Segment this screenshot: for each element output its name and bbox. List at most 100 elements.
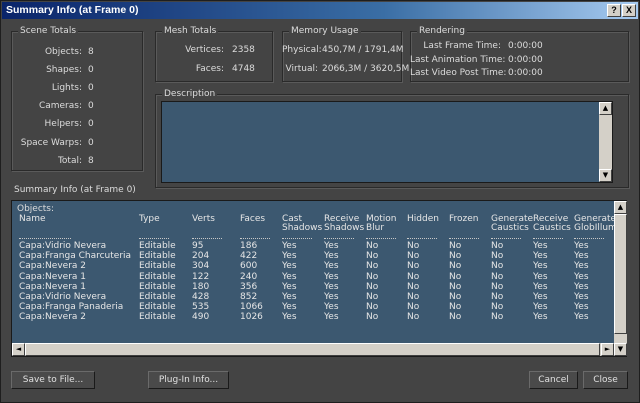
objects-label: Objects:	[17, 204, 55, 214]
table-cell: No	[449, 302, 462, 313]
column-header[interactable]: Cast Shadows	[282, 215, 322, 233]
table-cell: Yes	[324, 312, 339, 323]
rendering-row-label: Last Video Post Time:	[410, 68, 507, 78]
table-cell: Yes	[324, 281, 339, 292]
scroll-down-icon[interactable]: ▼	[614, 343, 627, 356]
scene-totals-row-value: 8	[88, 47, 94, 57]
column-header[interactable]: Receive Shadows	[324, 215, 364, 233]
table-cell: 95	[192, 241, 204, 251]
scroll-left-icon[interactable]: ◄	[12, 343, 25, 356]
objects-list[interactable]: Objects: Name Type Verts Faces Cast Shadows Re…	[11, 200, 627, 357]
column-header[interactable]: Hidden	[407, 215, 439, 224]
rendering-row-label: Last Animation Time:	[410, 55, 506, 65]
table-cell: Yes	[324, 251, 339, 262]
table-cell: No	[491, 302, 504, 313]
scroll-right-icon[interactable]: ►	[601, 343, 614, 356]
table-cell: Editable	[139, 271, 176, 282]
table-cell: Editable	[139, 292, 176, 302]
scene-totals-row-label: Lights:	[51, 83, 82, 93]
table-cell: Yes	[574, 261, 589, 272]
table-cell: Yes	[574, 271, 589, 282]
table-cell: Editable	[139, 302, 176, 313]
table-cell: Capa:Nevera 2	[19, 312, 86, 323]
column-header-line2: Blur	[366, 223, 385, 233]
table-cell: Capa:Vidrio Nevera	[19, 292, 107, 302]
rendering-row-label: Last Frame Time:	[423, 41, 501, 51]
column-header-line2: Hidden	[407, 214, 439, 224]
table-cell: No	[449, 271, 462, 282]
column-divider	[240, 238, 270, 239]
table-cell: Editable	[139, 261, 176, 272]
table-cell: No	[491, 271, 504, 282]
scene-totals-title: Scene Totals	[18, 26, 79, 36]
description-text-area[interactable]	[161, 101, 613, 183]
column-header[interactable]: Generate Caustics	[491, 215, 533, 233]
table-cell: Editable	[139, 281, 176, 292]
column-header-line2: Type	[139, 214, 160, 224]
column-header[interactable]: Motion Blur	[366, 215, 397, 233]
table-cell: 304	[192, 261, 210, 272]
column-divider	[574, 238, 604, 239]
table-cell: Yes	[533, 312, 548, 323]
scroll-thumb[interactable]	[25, 343, 600, 356]
save-to-file-button[interactable]: Save to File...	[11, 371, 95, 389]
objects-horizontal-scrollbar[interactable]: ◄ ►	[12, 343, 614, 356]
table-cell: No	[366, 261, 379, 272]
table-cell: No	[491, 241, 504, 251]
column-header[interactable]: Type	[139, 215, 160, 224]
plugin-info-button[interactable]: Plug-In Info...	[148, 371, 229, 389]
scroll-thumb[interactable]	[614, 214, 627, 334]
rendering-row-value: 0:00:00	[508, 55, 543, 65]
table-cell: No	[407, 241, 420, 251]
table-cell: 1066	[240, 302, 263, 313]
cancel-button[interactable]: Cancel	[529, 371, 578, 389]
description-scrollbar[interactable]: ▲ ▼	[599, 102, 612, 182]
scroll-up-icon[interactable]: ▲	[599, 102, 612, 115]
scene-totals-row-label: Total:	[57, 156, 82, 166]
table-cell: Editable	[139, 241, 176, 251]
column-header[interactable]: Name	[19, 215, 46, 224]
table-cell: Yes	[574, 292, 589, 302]
table-cell: No	[366, 302, 379, 313]
column-header[interactable]: Faces	[240, 215, 265, 224]
summary-info-window: Summary Info (at Frame 0) ? X Scene Tota…	[0, 0, 640, 403]
scene-totals-row-label: Shapes:	[46, 65, 82, 75]
table-cell: Yes	[533, 292, 548, 302]
table-cell: No	[491, 261, 504, 272]
table-cell: Yes	[282, 261, 297, 272]
table-cell: Yes	[574, 302, 589, 313]
column-header[interactable]: Generate GlobIllum	[574, 215, 617, 233]
title-bar[interactable]: Summary Info (at Frame 0) ? X	[2, 2, 638, 19]
column-header-line2: Shadows	[324, 223, 365, 233]
rendering-row-value: 0:00:00	[508, 41, 543, 51]
table-cell: Editable	[139, 312, 176, 323]
table-cell: No	[366, 241, 379, 251]
table-cell: Yes	[282, 281, 297, 292]
table-cell: No	[407, 271, 420, 282]
table-cell: 186	[240, 241, 258, 251]
objects-vertical-scrollbar[interactable]: ▲ ▼	[614, 201, 627, 356]
column-header[interactable]: Receive Caustics	[533, 215, 571, 233]
column-header[interactable]: Frozen	[449, 215, 479, 224]
table-cell: 852	[240, 292, 258, 302]
virtual-value: 2066,3M / 3620,5M	[322, 64, 410, 74]
column-divider	[324, 238, 354, 239]
table-cell: No	[491, 281, 504, 292]
scroll-down-icon[interactable]: ▼	[599, 169, 612, 182]
table-cell: Capa:Nevera 1	[19, 271, 86, 282]
table-cell: No	[449, 292, 462, 302]
column-header[interactable]: Verts	[192, 215, 215, 224]
table-cell: No	[407, 261, 420, 272]
table-cell: Yes	[324, 271, 339, 282]
virtual-label: Virtual:	[285, 64, 318, 74]
table-cell: No	[449, 261, 462, 272]
scroll-up-icon[interactable]: ▲	[614, 201, 627, 214]
table-cell: No	[449, 251, 462, 262]
scene-totals-row-value: 0	[88, 119, 94, 129]
close-button[interactable]: Close	[583, 371, 628, 389]
table-cell: Yes	[324, 292, 339, 302]
help-icon[interactable]: ?	[607, 4, 621, 17]
faces-value: 4748	[232, 64, 255, 74]
scene-totals-row-value: 0	[88, 65, 94, 75]
close-icon[interactable]: X	[622, 4, 636, 17]
